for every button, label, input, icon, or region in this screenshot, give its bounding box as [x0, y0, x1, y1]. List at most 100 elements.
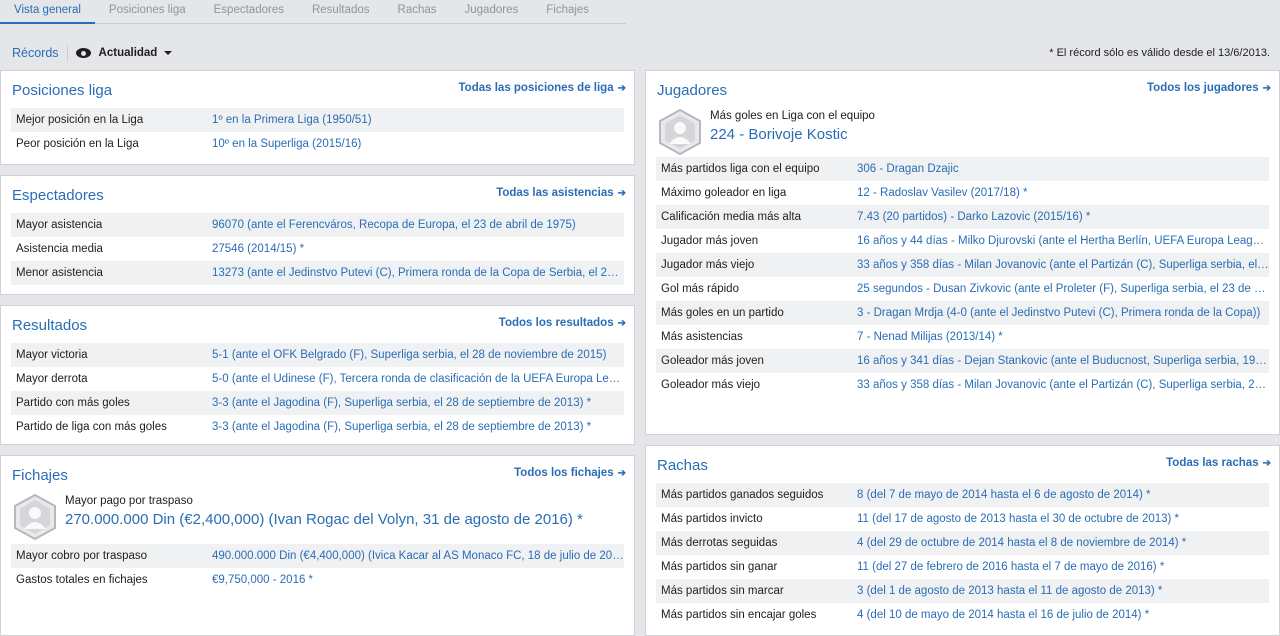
row-value[interactable]: 11 (del 27 de febrero de 2016 hasta el 7… — [857, 561, 1164, 573]
row-label: Calificación media más alta — [661, 211, 801, 223]
row-value[interactable]: 490.000.000 Din (€4,400,000) (Ivica Kaca… — [212, 550, 624, 562]
table-row: Mayor asistencia 96070 (ante el Ferencvár… — [11, 213, 624, 237]
chevron-down-icon[interactable] — [164, 51, 173, 55]
table-row: Máximo goleador en liga 12 - Radoslav Vas… — [656, 181, 1269, 205]
table-row: Más partidos liga con el equipo 306 - Dra… — [656, 157, 1269, 181]
all-results-link[interactable]: Todos los resultados ➔ — [499, 317, 626, 329]
row-label: Más asistencias — [661, 331, 743, 343]
row-value[interactable]: 306 - Dragan Dzajic — [857, 163, 959, 175]
arrow-right-icon: ➔ — [617, 82, 626, 94]
row-value[interactable]: 13273 (ante el Jedinstvo Putevi (C), Pri… — [212, 267, 624, 279]
arrow-right-icon: ➔ — [1262, 457, 1271, 469]
table-row: Más derrotas seguidas 4 (del 29 de octubr… — [656, 531, 1269, 555]
view-dropdown[interactable]: Actualidad — [99, 47, 158, 59]
row-value[interactable]: 7 - Nenad Milijas (2013/14) * — [857, 331, 1003, 343]
all-attendances-link[interactable]: Todas las asistencias ➔ — [496, 187, 626, 199]
arrow-right-icon: ➔ — [617, 187, 626, 199]
records-list: Más partidos liga con el equipo 306 - Dra… — [656, 157, 1269, 397]
row-value[interactable]: 5-0 (ante el Udinese (F), Tercera ronda … — [212, 373, 624, 385]
toolbar-divider — [66, 45, 68, 61]
row-value[interactable]: 11 (del 17 de agosto de 2013 hasta el 30… — [857, 513, 1179, 525]
panel-espectadores: Espectadores Todas las asistencias ➔ Mayo… — [0, 175, 635, 295]
row-value[interactable]: 5-1 (ante el OFK Belgrado (F), Superliga… — [212, 349, 606, 361]
all-players-link[interactable]: Todos los jugadores ➔ — [1147, 82, 1271, 94]
row-label: Goleador más joven — [661, 355, 764, 367]
arrow-right-icon: ➔ — [617, 317, 626, 329]
row-value[interactable]: 4 (del 10 de mayo de 2014 hasta el 16 de… — [857, 609, 1149, 621]
row-value[interactable]: 10º en la Superliga (2015/16) — [212, 138, 361, 150]
link-label: Todas las asistencias — [496, 187, 614, 199]
panel-title: Posiciones liga — [12, 82, 113, 99]
row-value[interactable]: €9,750,000 - 2016 * — [212, 574, 313, 586]
table-row: Goleador más viejo 33 años y 358 días - M… — [656, 373, 1269, 397]
panel-title: Rachas — [657, 457, 708, 474]
row-value[interactable]: 12 - Radoslav Vasilev (2017/18) * — [857, 187, 1027, 199]
row-value[interactable]: 96070 (ante el Ferencváros, Recopa de Eu… — [212, 219, 576, 231]
row-value[interactable]: 8 (del 7 de mayo de 2014 hasta el 6 de a… — [857, 489, 1150, 501]
records-list: Más partidos ganados seguidos 8 (del 7 de… — [656, 483, 1269, 627]
row-value[interactable]: 33 años y 358 días - Milan Jovanovic (an… — [857, 379, 1269, 391]
all-streaks-link[interactable]: Todas las rachas ➔ — [1166, 457, 1271, 469]
row-value[interactable]: 4 (del 29 de octubre de 2014 hasta el 8 … — [857, 537, 1186, 549]
table-row: Peor posición en la Liga 10º en la Superl… — [11, 132, 624, 156]
row-value[interactable]: 25 segundos - Dusan Zivkovic (ante el Pr… — [857, 283, 1269, 295]
table-row: Asistencia media 27546 (2014/15) * — [11, 237, 624, 261]
table-row: Menor asistencia 13273 (ante el Jedinstvo… — [11, 261, 624, 285]
table-row: Mayor derrota 5-0 (ante el Udinese (F), T… — [11, 367, 624, 391]
row-value[interactable]: 7.43 (20 partidos) - Darko Lazovic (2015… — [857, 211, 1090, 223]
panel-title: Jugadores — [657, 82, 728, 99]
all-transfers-link[interactable]: Todos los fichajes ➔ — [514, 467, 626, 479]
tab-jugadores[interactable]: Jugadores — [451, 0, 533, 24]
panel-title: Espectadores — [12, 187, 104, 204]
panel-jugadores: Jugadores Todos los jugadores ➔ Más goles… — [645, 70, 1280, 435]
arrow-right-icon: ➔ — [617, 467, 626, 479]
panel-posiciones-liga: Posiciones liga Todas las posiciones de … — [0, 70, 635, 165]
tab-resultados[interactable]: Resultados — [298, 0, 384, 24]
panel-title: Resultados — [12, 317, 88, 334]
table-row: Gastos totales en fichajes €9,750,000 - 2… — [11, 568, 624, 592]
row-value[interactable]: 3-3 (ante el Jagodina (F), Superliga ser… — [212, 397, 591, 409]
row-label: Más derrotas seguidas — [661, 537, 778, 549]
table-row: Más partidos sin encajar goles 4 (del 10 … — [656, 603, 1269, 627]
panel-rachas: Rachas Todas las rachas ➔ Más partidos ga… — [645, 445, 1280, 636]
row-label: Partido de liga con más goles — [16, 421, 167, 433]
row-value[interactable]: 27546 (2014/15) * — [212, 243, 304, 255]
row-label: Más partidos invicto — [661, 513, 763, 525]
tab-vista-general[interactable]: Vista general — [0, 0, 95, 24]
records-list: Mejor posición en la Liga 1º en la Primer… — [11, 108, 624, 156]
table-row: Más partidos invicto 11 (del 17 de agosto… — [656, 507, 1269, 531]
tab-fichajes[interactable]: Fichajes — [532, 0, 603, 24]
link-label: Todas las posiciones de liga — [458, 82, 614, 94]
row-value[interactable]: 16 años y 44 días - Milko Djurovski (ant… — [857, 235, 1269, 247]
tab-bar: Vista general Posiciones liga Espectador… — [0, 0, 626, 24]
row-value[interactable]: 33 años y 358 días - Milan Jovanovic (an… — [857, 259, 1269, 271]
table-row: Mejor posición en la Liga 1º en la Primer… — [11, 108, 624, 132]
row-value[interactable]: 16 años y 341 días - Dejan Stankovic (an… — [857, 355, 1269, 367]
records-list: Mayor asistencia 96070 (ante el Ferencvár… — [11, 213, 624, 285]
records-link[interactable]: Récords — [12, 46, 59, 60]
table-row: Jugador más viejo 33 años y 358 días - Mi… — [656, 253, 1269, 277]
tab-posiciones-liga[interactable]: Posiciones liga — [95, 0, 200, 24]
link-label: Todos los jugadores — [1147, 82, 1259, 94]
featured-label: Más goles en Liga con el equipo — [710, 110, 875, 122]
table-row: Partido de liga con más goles 3-3 (ante e… — [11, 415, 624, 439]
row-label: Mayor derrota — [16, 373, 88, 385]
row-value[interactable]: 1º en la Primera Liga (1950/51) — [212, 114, 372, 126]
row-label: Gol más rápido — [661, 283, 739, 295]
table-row: Más partidos sin marcar 3 (del 1 de agost… — [656, 579, 1269, 603]
link-label: Todos los resultados — [498, 317, 614, 329]
row-value[interactable]: 3 (del 1 de agosto de 2013 hasta el 11 d… — [857, 585, 1162, 597]
row-value[interactable]: 3-3 (ante el Jagodina (F), Superliga ser… — [212, 421, 591, 433]
featured-record: Mayor pago por traspaso 270.000.000 Din … — [11, 493, 583, 541]
all-league-positions-link[interactable]: Todas las posiciones de liga ➔ — [459, 82, 626, 94]
player-avatar-icon — [11, 493, 59, 541]
featured-value[interactable]: 270.000.000 Din (€2,400,000) (Ivan Rogac… — [65, 511, 583, 528]
arrow-right-icon: ➔ — [1262, 82, 1271, 94]
featured-value[interactable]: 224 - Borivoje Kostic — [710, 126, 875, 143]
tab-rachas[interactable]: Rachas — [384, 0, 451, 24]
row-value[interactable]: 3 - Dragan Mrdja (4-0 (ante el Jedinstvo… — [857, 307, 1260, 319]
row-label: Mayor victoria — [16, 349, 88, 361]
featured-record: Más goles en Liga con el equipo 224 - Bo… — [656, 108, 875, 156]
row-label: Peor posición en la Liga — [16, 138, 139, 150]
tab-espectadores[interactable]: Espectadores — [200, 0, 298, 24]
